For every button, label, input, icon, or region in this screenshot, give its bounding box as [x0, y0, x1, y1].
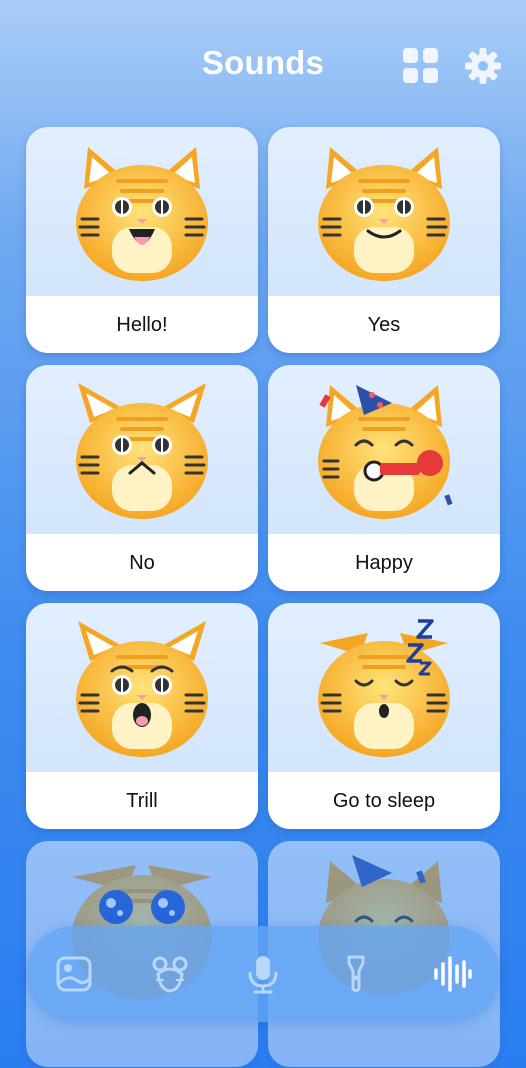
- nav-item-mouse[interactable]: [150, 954, 190, 994]
- nav-item-flashlight[interactable]: [336, 954, 376, 994]
- sound-card-happy[interactable]: Happy: [268, 365, 500, 591]
- card-label: Hello!: [26, 296, 258, 353]
- card-label: Go to sleep: [268, 772, 500, 829]
- sound-card-hello[interactable]: Hello!: [26, 127, 258, 353]
- nav-item-microphone[interactable]: [243, 954, 283, 994]
- sound-card-yes[interactable]: Yes: [268, 127, 500, 353]
- cat-sleep-icon: [318, 619, 450, 757]
- sound-card-trill[interactable]: Trill: [26, 603, 258, 829]
- sound-card-sleep[interactable]: Go to sleep: [268, 603, 500, 829]
- cat-trill-icon: [76, 621, 208, 757]
- nav-item-sounds[interactable]: [432, 954, 472, 994]
- mouse-icon: [152, 956, 188, 993]
- cat-hello-icon: [76, 147, 208, 281]
- card-label: No: [26, 534, 258, 591]
- photo-icon: [56, 956, 92, 992]
- cat-happy-icon: [318, 385, 453, 519]
- bottom-nav: [26, 926, 500, 1022]
- soundwave-icon: [434, 956, 472, 992]
- cat-yes-icon: [318, 147, 450, 281]
- cat-no-icon: [76, 383, 208, 519]
- sound-grid: Hello! Yes No Happy Trill Go to sleep: [0, 0, 526, 1068]
- sound-card-no[interactable]: No: [26, 365, 258, 591]
- microphone-icon: [248, 956, 278, 994]
- flashlight-icon: [347, 955, 365, 992]
- card-label: Trill: [26, 772, 258, 829]
- card-label: Happy: [268, 534, 500, 591]
- nav-item-photos[interactable]: [54, 954, 94, 994]
- card-label: Yes: [268, 296, 500, 353]
